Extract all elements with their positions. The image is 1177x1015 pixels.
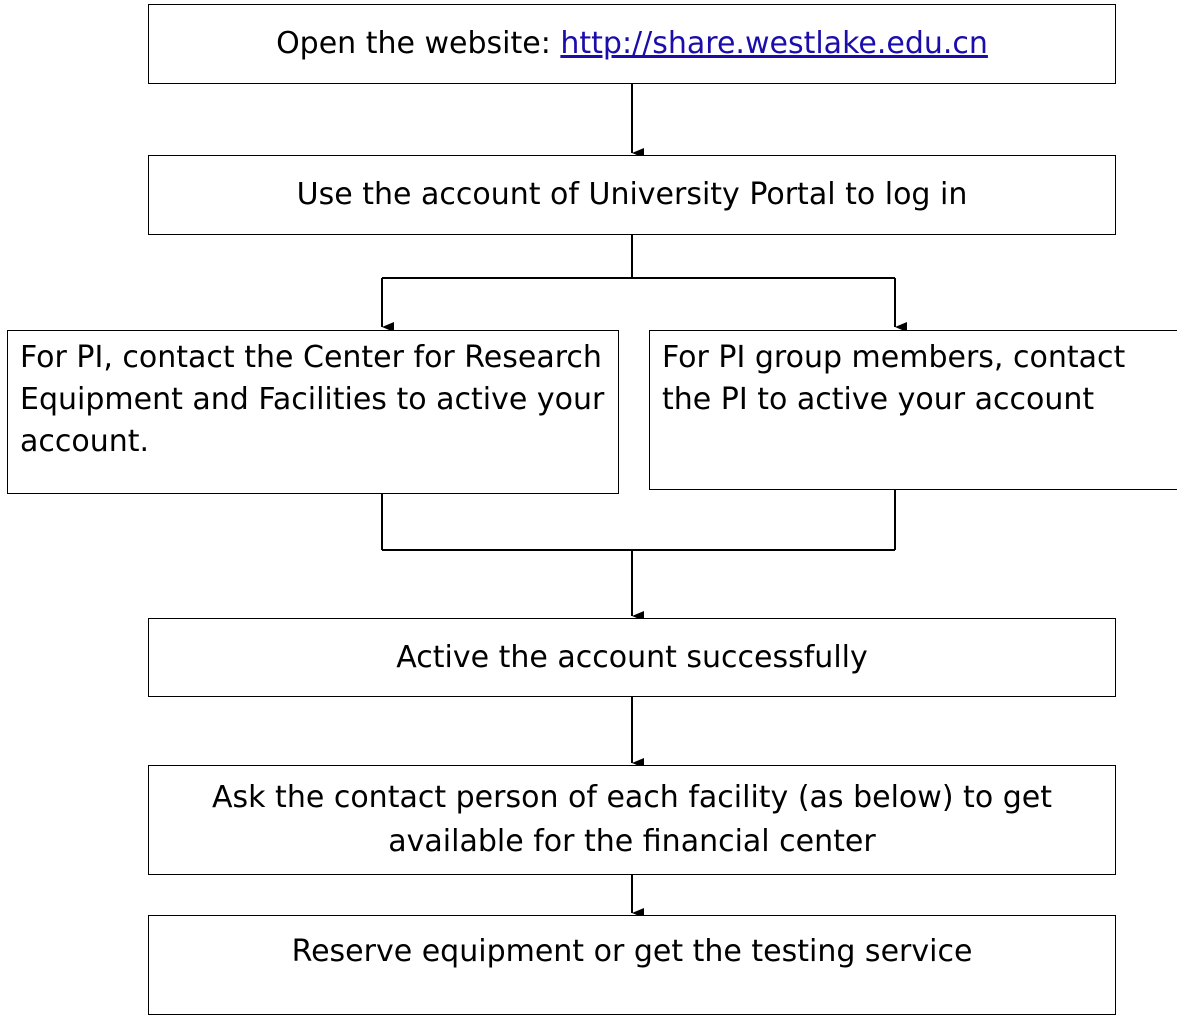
step-member-branch-box: For PI group members, contact the PI to … (649, 330, 1177, 490)
step-login-text: Use the account of University Portal to … (296, 177, 968, 212)
step-reserve-box: Reserve equipment or get the testing ser… (148, 915, 1116, 1015)
step-member-branch-text: For PI group members, contact the PI to … (662, 340, 1126, 417)
step-activated-text: Active the account successfully (396, 639, 868, 675)
step-pi-branch-box: For PI, contact the Center for Research … (7, 330, 619, 494)
step-open-website-text: Open the website: http://share.westlake.… (276, 24, 988, 64)
step-ask-contact-box: Ask the contact person of each facility … (148, 765, 1116, 875)
step-reserve-text: Reserve equipment or get the testing ser… (291, 934, 973, 969)
open-website-prefix: Open the website: (276, 26, 561, 61)
website-link[interactable]: http://share.westlake.edu.cn (560, 26, 988, 61)
step-activated-box: Active the account successfully (148, 618, 1116, 697)
step-open-website-box: Open the website: http://share.westlake.… (148, 4, 1116, 84)
step-pi-branch-text: For PI, contact the Center for Research … (20, 340, 605, 459)
step-login-box: Use the account of University Portal to … (148, 155, 1116, 235)
step-ask-contact-text: Ask the contact person of each facility … (212, 780, 1052, 859)
